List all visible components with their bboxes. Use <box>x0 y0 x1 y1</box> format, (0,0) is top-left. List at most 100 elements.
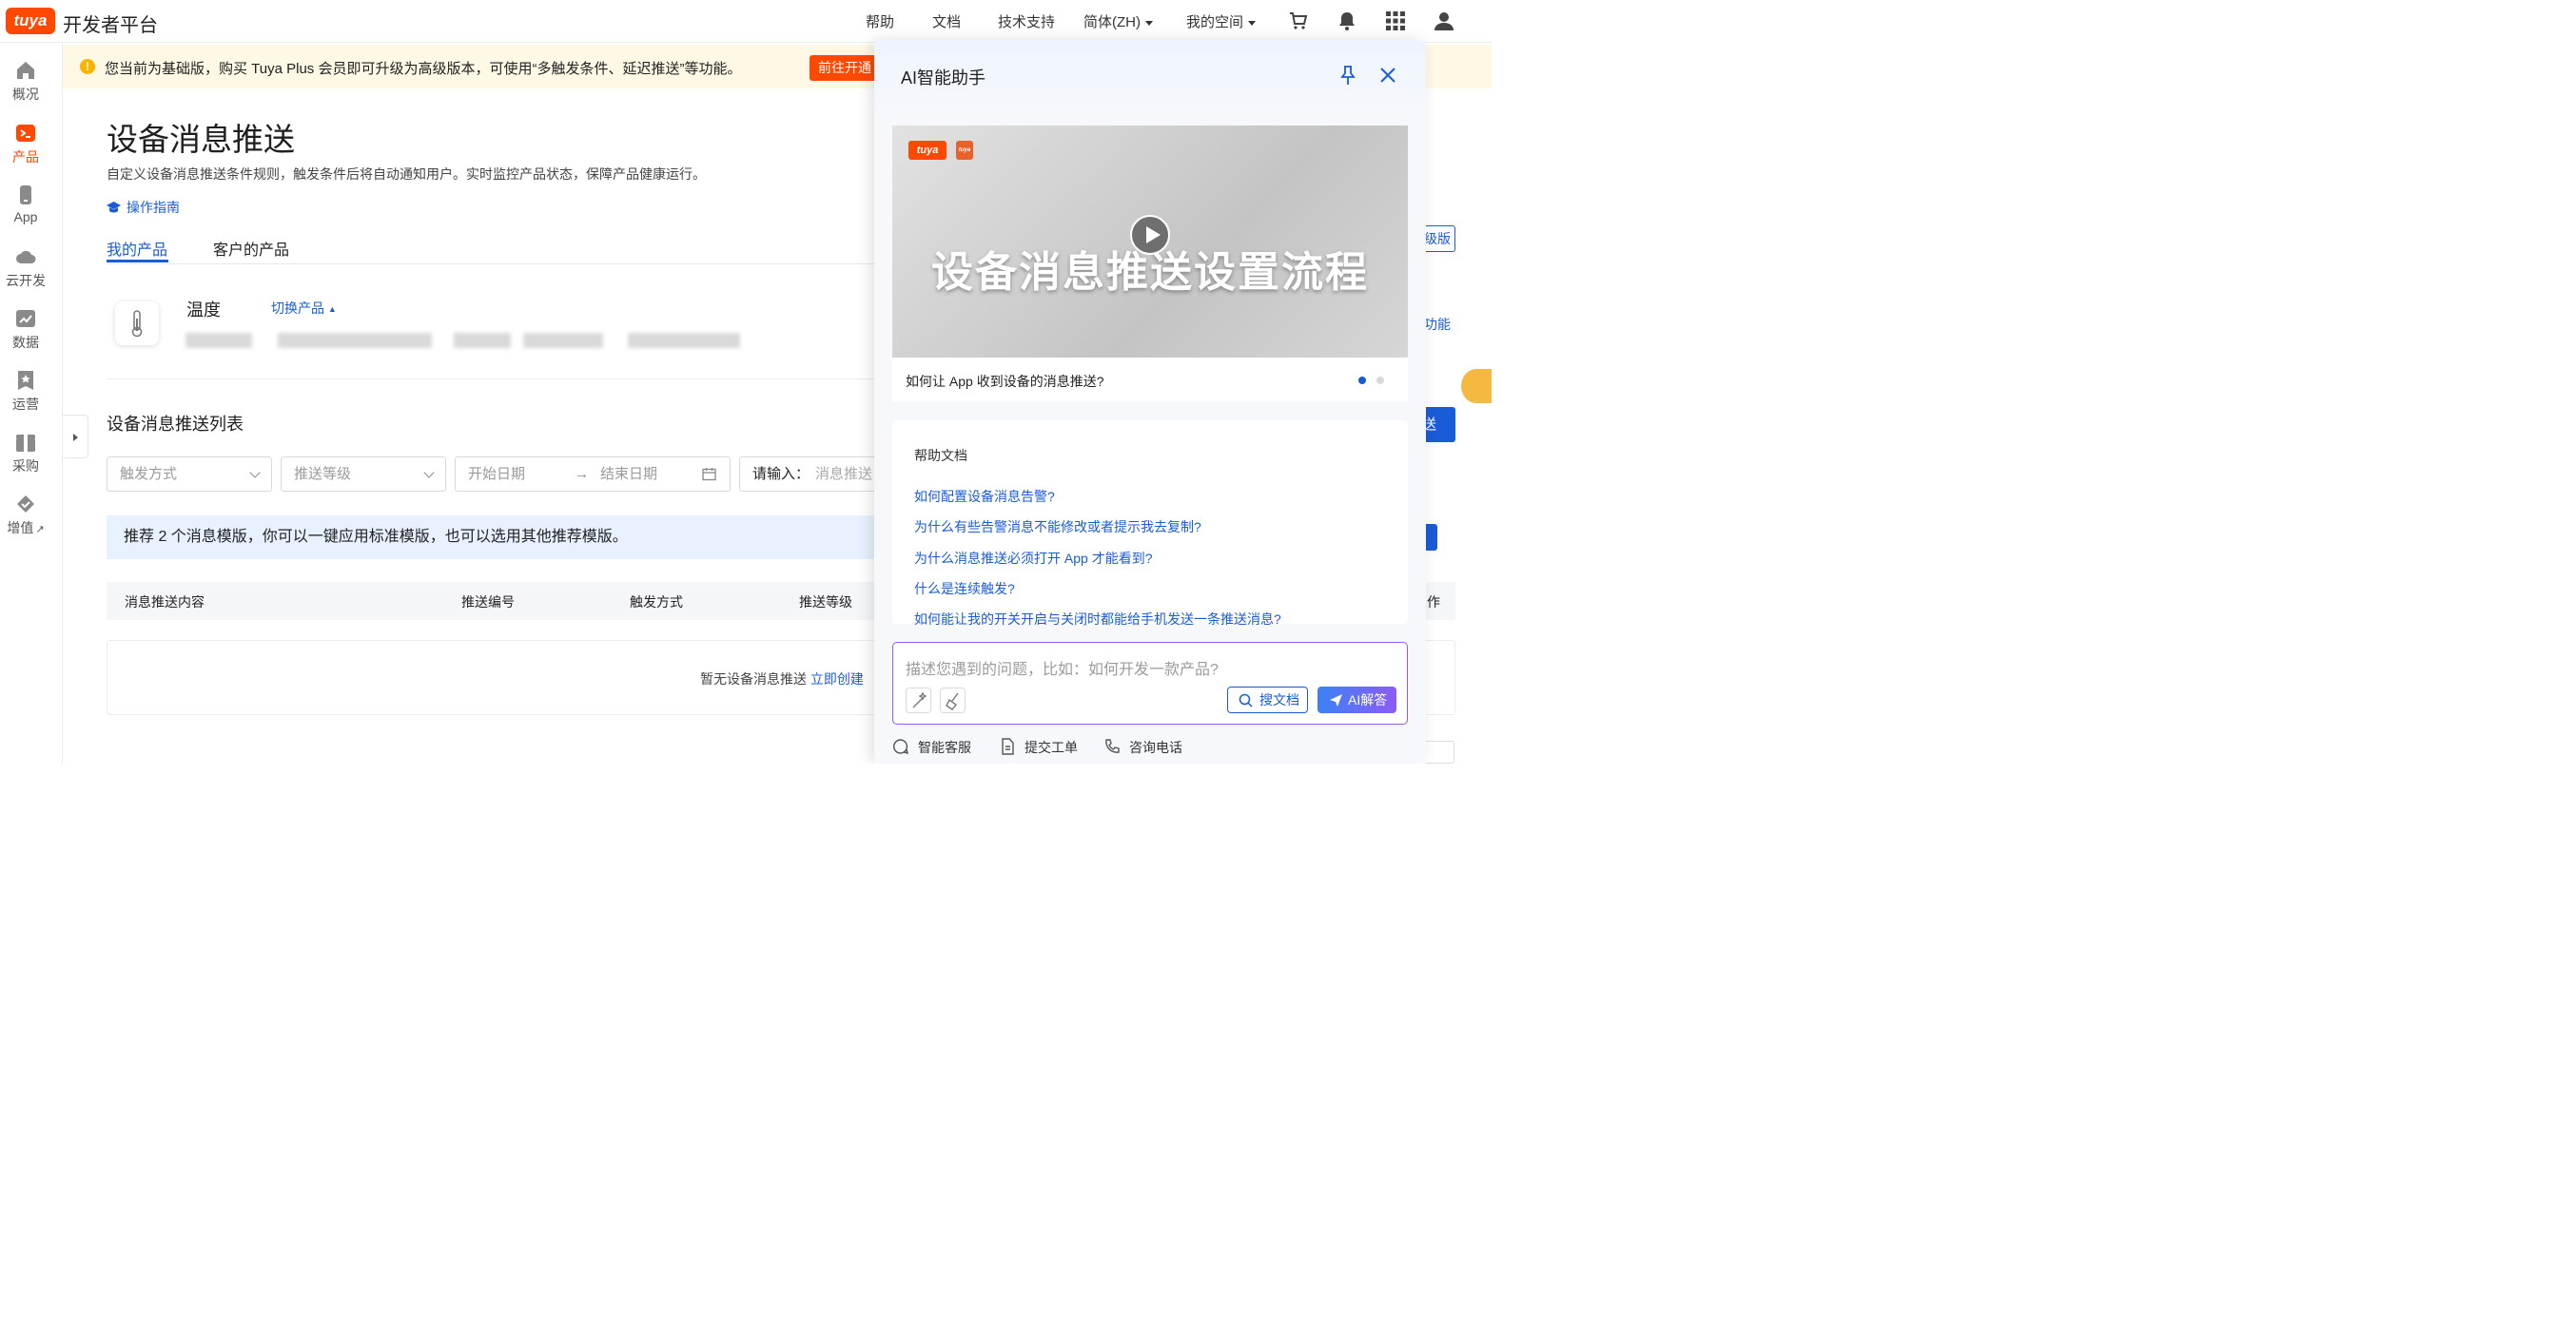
warning-icon: ! <box>80 59 95 74</box>
home-icon <box>17 62 34 79</box>
chart-icon <box>16 310 35 327</box>
chevron-down-icon <box>423 467 435 478</box>
sidebar-item-label: 概况 <box>12 87 39 102</box>
template-recommendation: 推荐 2 个消息模版，你可以一键应用标准模版，也可以选用其他推荐模版。 <box>107 515 877 559</box>
sidebar: 概况 产品 App 云开发 数据 运营 采购 增值 ↗ <box>0 43 63 764</box>
sidebar-item-operation[interactable]: 运营 <box>0 370 51 414</box>
sidebar-item-label: 增值 <box>7 520 34 535</box>
video-tuya-logo: tuya <box>908 141 946 160</box>
pin-icon[interactable] <box>1338 65 1357 86</box>
user-icon[interactable] <box>1434 10 1454 31</box>
bell-icon[interactable] <box>1337 10 1357 31</box>
chevron-right-icon <box>73 434 78 441</box>
active-tab-indicator <box>107 260 168 262</box>
sidebar-item-app[interactable]: App <box>0 184 51 224</box>
phone-call-icon <box>1105 739 1120 753</box>
tab-divider <box>107 263 877 264</box>
ai-answer-button[interactable]: AI解答 <box>1317 687 1396 713</box>
doc-link[interactable]: 为什么有些告警消息不能修改或者提示我去复制? <box>914 517 1201 536</box>
search-input[interactable]: 消息推送 <box>815 466 872 482</box>
search-docs-button[interactable]: 搜文档 <box>1227 687 1308 713</box>
switch-product-button[interactable]: 切换产品 ▲ <box>271 299 337 318</box>
doc-link[interactable]: 为什么消息推送必须打开 App 才能看到? <box>914 549 1152 568</box>
guide-link[interactable]: 操作指南 <box>107 198 180 217</box>
nav-support[interactable]: 技术支持 <box>998 11 1055 31</box>
video-tuya-app-logo: tuya <box>956 141 973 160</box>
smart-service-label: 智能客服 <box>918 740 971 755</box>
level-select[interactable]: 推送等级 <box>281 456 446 492</box>
expand-sidebar-button[interactable] <box>63 415 88 458</box>
column-header: 作 <box>1427 594 1440 610</box>
submit-ticket-link[interactable]: 提交工单 <box>1002 738 1078 757</box>
tutorial-video[interactable]: tuya tuya 设备消息推送设置流程 <box>892 126 1408 358</box>
product-thumbnail <box>115 301 159 345</box>
sidebar-item-overview[interactable]: 概况 <box>0 60 51 104</box>
consult-phone-link[interactable]: 咨询电话 <box>1105 738 1182 757</box>
clear-button[interactable] <box>940 688 966 713</box>
start-date-input[interactable]: 开始日期 <box>468 466 525 482</box>
column-header: 推送等级 <box>799 594 852 610</box>
nav-language[interactable]: 简体(ZH) <box>1083 11 1153 31</box>
ai-answer-label: AI解答 <box>1348 692 1388 707</box>
close-icon[interactable] <box>1378 66 1397 85</box>
pagination-next-button[interactable] <box>1424 741 1454 764</box>
broom-icon <box>946 692 959 710</box>
assistant-mascot-icon[interactable] <box>1461 369 1492 403</box>
question-placeholder: 描述您遇到的问题，比如：如何开发一款产品? <box>906 662 1219 678</box>
brand-title[interactable]: 开发者平台 <box>63 10 158 37</box>
switch-product-label: 切换产品 <box>271 300 324 316</box>
doc-link[interactable]: 什么是连续触发? <box>914 579 1015 598</box>
play-icon[interactable] <box>1130 215 1170 255</box>
column-header: 触发方式 <box>630 594 683 610</box>
sidebar-item-label: 采购 <box>12 458 39 474</box>
video-caption: 如何让 App 收到设备的消息推送? <box>906 374 1104 389</box>
nav-docs[interactable]: 文档 <box>932 11 961 31</box>
cart-icon[interactable] <box>1288 10 1309 31</box>
trigger-select[interactable]: 触发方式 <box>107 456 272 492</box>
star-icon <box>18 371 33 390</box>
magic-wand-button[interactable] <box>906 688 931 713</box>
grid-icon[interactable] <box>1385 10 1406 31</box>
date-range-picker[interactable]: 开始日期 → 结束日期 <box>455 456 731 492</box>
tab-customer-products[interactable]: 客户的产品 <box>213 237 289 260</box>
diamond-icon <box>17 495 34 513</box>
sidebar-item-value-added[interactable]: 增值 ↗ <box>0 494 51 537</box>
sidebar-item-product[interactable]: 产品 <box>0 123 51 166</box>
doc-link[interactable]: 如何能让我的开关开启与关闭时都能给手机发送一条推送消息? <box>914 610 1281 629</box>
feature-link-peek[interactable]: 功能 <box>1424 315 1451 334</box>
create-now-link[interactable]: 立即创建 <box>810 671 864 687</box>
list-title: 设备消息推送列表 <box>107 415 244 434</box>
search-docs-label: 搜文档 <box>1259 692 1299 707</box>
nav-space[interactable]: 我的空间 <box>1186 11 1257 31</box>
video-caption-bar: 如何让 App 收到设备的消息推送? <box>892 358 1408 401</box>
product-info-redacted <box>185 333 252 348</box>
search-field[interactable]: 请输入： 消息推送 <box>739 456 882 492</box>
chevron-down-icon <box>1145 20 1153 26</box>
sidebar-item-data[interactable]: 数据 <box>0 308 51 352</box>
carousel-dot-active[interactable] <box>1358 377 1366 384</box>
graduation-cap-icon <box>107 202 121 213</box>
sidebar-item-purchase[interactable]: 采购 <box>0 432 51 475</box>
upgrade-button[interactable]: 前往开通 <box>810 55 884 81</box>
empty-text: 暂无设备消息推送 <box>700 671 807 687</box>
sidebar-item-label: 运营 <box>12 397 39 412</box>
ai-panel-title: AI智能助手 <box>901 68 986 87</box>
page-title: 设备消息推送 <box>107 122 295 157</box>
guide-label: 操作指南 <box>127 200 180 215</box>
sidebar-item-cloud[interactable]: 云开发 <box>0 246 51 290</box>
product-info-redacted <box>628 333 740 348</box>
tab-my-products[interactable]: 我的产品 <box>107 237 167 260</box>
search-label: 请输入： <box>752 466 810 482</box>
upgrade-peek-label: 级版 <box>1424 231 1451 246</box>
smart-service-link[interactable]: 智能客服 <box>893 738 971 757</box>
page: tuya 开发者平台 帮助 文档 技术支持 简体(ZH) 我的空间 概况 产品 … <box>0 0 1492 764</box>
sidebar-item-label: 云开发 <box>6 273 46 288</box>
nav-help[interactable]: 帮助 <box>866 11 894 31</box>
ai-assistant-panel: AI智能助手 tuya tuya 设备消息推送设置流程 如何让 App 收到设备… <box>874 40 1426 764</box>
doc-link[interactable]: 如何配置设备消息告警? <box>914 487 1055 506</box>
question-input[interactable]: 描述您遇到的问题，比如：如何开发一款产品? 搜文档 AI解答 <box>892 642 1408 725</box>
tuya-logo[interactable]: tuya <box>6 8 55 34</box>
level-placeholder: 推送等级 <box>294 466 352 482</box>
end-date-input[interactable]: 结束日期 <box>600 457 657 491</box>
carousel-dot[interactable] <box>1376 377 1384 384</box>
